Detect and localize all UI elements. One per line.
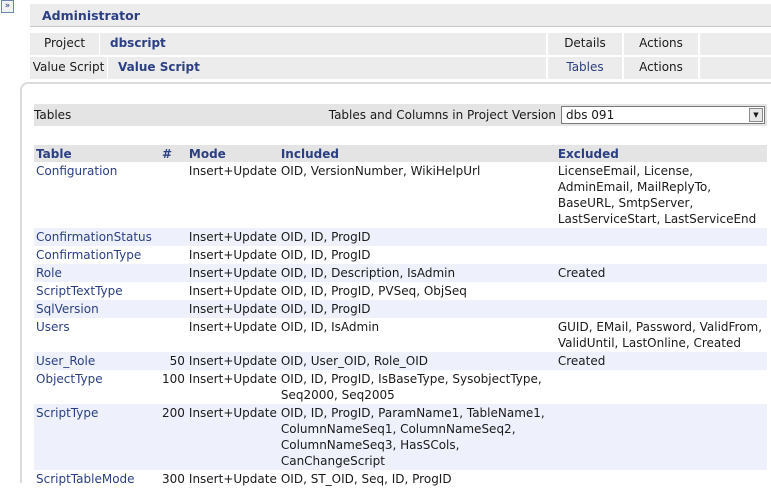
table-row: ScriptTextType Insert+Update OID, ID, Prog… — [34, 282, 767, 300]
table-name-link[interactable]: ScriptTextType — [34, 282, 160, 300]
project-actions-button[interactable]: Actions — [622, 33, 698, 55]
tables-tab[interactable]: Tables — [546, 57, 622, 79]
table-name-link[interactable]: Users — [34, 318, 160, 352]
table-mode: Insert+Update — [186, 228, 279, 246]
tables-title: Tables — [34, 108, 72, 122]
project-row: Project dbscript Details Actions — [30, 33, 771, 55]
included-columns: OID, VersionNumber, WikiHelpUrl — [280, 164, 481, 178]
table-order-number: 50 — [160, 352, 187, 370]
excluded-columns: Created — [555, 352, 767, 370]
table-name-link[interactable]: Role — [34, 264, 160, 282]
collapse-icon[interactable]: » — [1, 0, 14, 13]
value-script-row-blank-cell — [698, 57, 771, 79]
included-columns: OID, ST_OID, Seq, ID, ProgID — [280, 472, 452, 486]
table-order-number — [160, 162, 187, 228]
table-row: Role Insert+Update OID, ID, Description, I… — [34, 264, 767, 282]
table-name-link[interactable]: Configuration — [34, 162, 160, 228]
col-header-table: Table — [34, 145, 160, 162]
details-button[interactable]: Details — [546, 33, 622, 55]
table-row: Users Insert+Update OID, ID, IsAdmin GUID, … — [34, 318, 767, 352]
table-order-number: 300 — [162, 472, 185, 486]
value-script-label: Value Script — [30, 57, 108, 79]
table-order-number: 100 — [162, 372, 185, 386]
excluded-columns — [556, 370, 767, 404]
project-version-caption: Tables and Columns in Project Version — [328, 108, 556, 122]
included-columns: OID, ID, IsAdmin — [280, 320, 380, 334]
excluded-columns — [556, 282, 767, 300]
excluded-columns: GUID, EMail, Password, ValidFrom, ValidU… — [557, 320, 763, 350]
table-name-link[interactable]: ScriptType — [34, 404, 160, 470]
excluded-columns: Created — [555, 264, 767, 282]
project-version-select[interactable]: dbs 091 ▼ — [561, 106, 765, 124]
project-label: Project — [30, 33, 100, 55]
table-mode: Insert+Update — [186, 404, 279, 470]
table-row: ConfirmationStatus Insert+Update OID, ID, … — [34, 228, 767, 246]
project-version-value: dbs 091 — [566, 108, 615, 122]
col-header-excluded: Excluded — [555, 145, 767, 162]
table-name-link[interactable]: SqlVersion — [34, 300, 160, 318]
excluded-columns: LicenseEmail, License, AdminEmail, MailR… — [557, 164, 757, 226]
table-mode: Insert+Update — [186, 264, 279, 282]
table-order-number — [160, 246, 187, 264]
table-order-number: 200 — [160, 404, 187, 470]
included-columns: OID, ID, ProgID, PVSeq, ObjSeq — [280, 284, 467, 298]
table-row: User_Role 50 Insert+Update OID, User_OID, R… — [34, 352, 767, 370]
table-name-link[interactable]: User_Role — [34, 352, 160, 370]
excluded-columns — [555, 404, 767, 470]
project-value-link[interactable]: dbscript — [102, 33, 166, 55]
value-script-link[interactable]: Value Script — [110, 57, 200, 79]
table-order-number — [160, 318, 187, 352]
table-row: ScriptType 200 Insert+Update OID, ID, ProgI… — [34, 404, 767, 470]
included-columns: OID, ID, ProgID — [278, 300, 556, 318]
included-columns: OID, ID, Description, IsAdmin — [278, 264, 556, 282]
chevron-down-icon[interactable]: ▼ — [749, 108, 763, 122]
table-row: ConfirmationType Insert+Update OID, ID, Pr… — [34, 246, 767, 264]
project-row-blank-cell — [698, 33, 771, 55]
included-columns: OID, ID, ProgID — [278, 228, 556, 246]
table-mode: Insert+Update — [188, 472, 277, 486]
table-mode: Insert+Update — [188, 248, 277, 262]
tables-grid: Table # Mode Included Excluded Configura… — [34, 145, 767, 488]
table-name-link[interactable]: ObjectType — [34, 370, 160, 404]
table-order-number — [160, 300, 187, 318]
table-mode: Insert+Update — [188, 372, 277, 386]
tables-header: Tables Tables and Columns in Project Ver… — [34, 104, 767, 126]
table-order-number — [160, 282, 187, 300]
table-name-link[interactable]: ConfirmationType — [34, 246, 160, 264]
table-row: SqlVersion Insert+Update OID, ID, ProgID — [34, 300, 767, 318]
table-row: ScriptTableMode 300 Insert+Update OID, ST_O… — [34, 470, 767, 488]
included-columns: OID, ID, ProgID — [280, 248, 371, 262]
table-row: Configuration Insert+Update OID, VersionNu… — [34, 162, 767, 228]
col-header-num: # — [160, 145, 187, 162]
included-columns: OID, User_OID, Role_OID — [278, 352, 556, 370]
value-script-row: Value Script Value Script Tables Actions — [30, 57, 771, 79]
table-row: ObjectType 100 Insert+Update OID, ID, ProgI… — [34, 370, 767, 404]
tables-grid-header: Table # Mode Included Excluded — [34, 145, 767, 162]
col-header-included: Included — [278, 145, 556, 162]
excluded-columns — [556, 470, 767, 488]
value-script-actions-button[interactable]: Actions — [622, 57, 698, 79]
table-name-link[interactable]: ScriptTableMode — [34, 470, 160, 488]
table-order-number — [160, 228, 187, 246]
table-mode: Insert+Update — [188, 284, 277, 298]
included-columns: OID, ID, ProgID, IsBaseType, SysobjectTy… — [280, 372, 542, 402]
admin-header: Administrator — [30, 4, 771, 27]
left-gutter — [0, 14, 20, 481]
admin-title: Administrator — [42, 8, 140, 23]
table-mode: Insert+Update — [188, 320, 277, 334]
excluded-columns — [556, 246, 767, 264]
col-header-mode: Mode — [186, 145, 279, 162]
table-mode: Insert+Update — [186, 352, 279, 370]
table-name-link[interactable]: ConfirmationStatus — [34, 228, 160, 246]
excluded-columns — [555, 228, 767, 246]
table-order-number — [160, 264, 187, 282]
excluded-columns — [555, 300, 767, 318]
included-columns: OID, ID, ProgID, ParamName1, TableName1,… — [278, 404, 556, 470]
table-mode: Insert+Update — [186, 300, 279, 318]
table-mode: Insert+Update — [188, 164, 277, 178]
